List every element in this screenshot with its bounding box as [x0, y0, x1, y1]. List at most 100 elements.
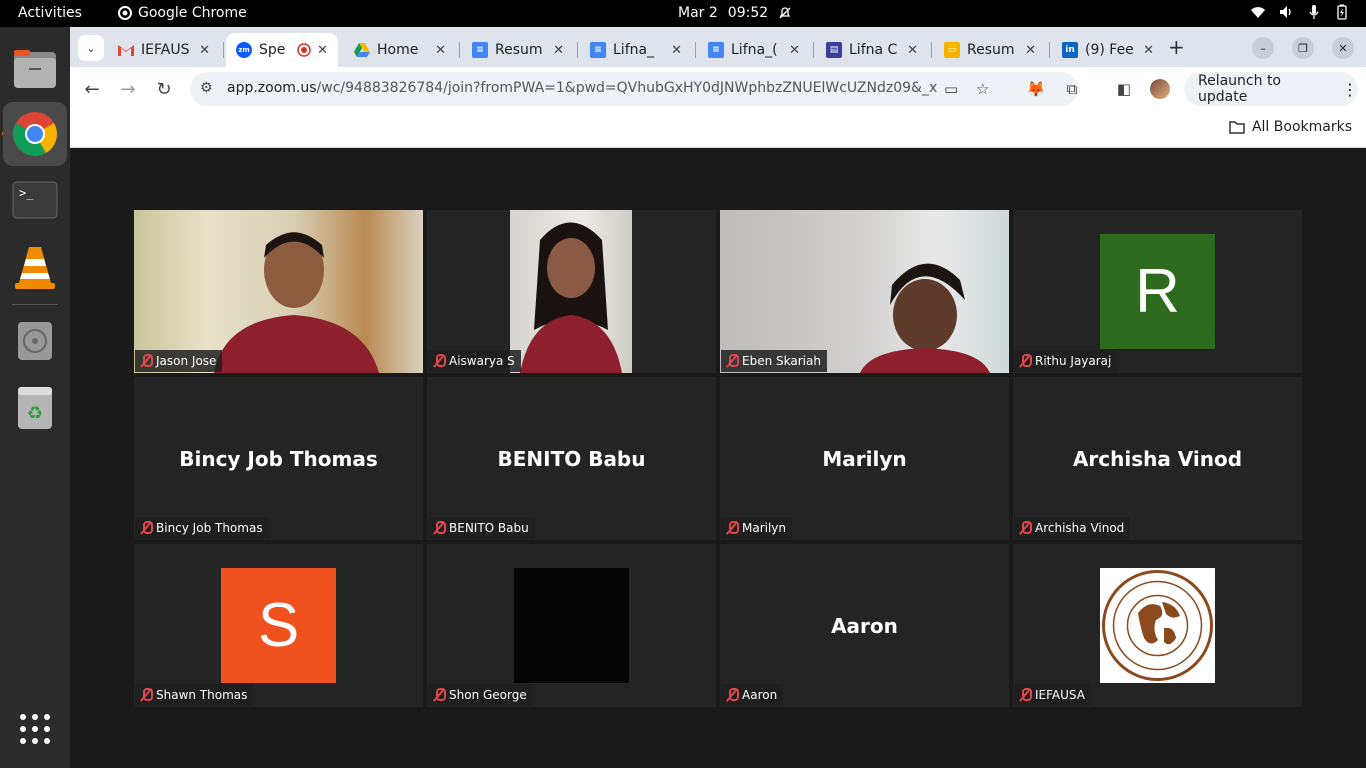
metamask-icon[interactable]: 🦊 [1026, 79, 1046, 99]
minimize-button[interactable]: – [1252, 37, 1274, 59]
volume-icon [1280, 6, 1291, 18]
participant-tile-archisha-vinod[interactable]: Archisha Vinod Archisha Vinod [1013, 377, 1302, 540]
system-tray[interactable] [1250, 4, 1350, 20]
files-launcher[interactable] [3, 37, 67, 101]
all-bookmarks-button[interactable]: All Bookmarks [1229, 119, 1352, 135]
tab-slides-resume[interactable]: ▭ Resum ✕ [934, 33, 1046, 67]
tab-title: Resum [967, 42, 1015, 58]
tab-docs-resume[interactable]: ≡ Resum ✕ [462, 33, 574, 67]
participant-tile-eben-skariah[interactable]: Eben Skariah [720, 210, 1009, 373]
terminal-icon: >_ [12, 181, 58, 219]
tab-linkedin[interactable]: in (9) Fee ✕ [1052, 33, 1164, 67]
maximize-button[interactable]: ❐ [1292, 37, 1314, 59]
participant-tile-shawn-thomas[interactable]: S Shawn Thomas [134, 544, 423, 707]
new-tab-button[interactable]: + [1168, 35, 1185, 59]
globe-seal-icon [1102, 570, 1213, 681]
reload-button[interactable]: ↻ [152, 77, 176, 101]
all-bookmarks-label: All Bookmarks [1251, 119, 1352, 135]
participant-name-label: Jason Jose [135, 350, 223, 372]
app-grid-icon [20, 714, 50, 744]
tab-search-button[interactable]: ⌄ [78, 35, 104, 61]
close-icon[interactable]: ✕ [317, 43, 328, 58]
gmail-icon [118, 42, 134, 58]
chevron-down-icon: ⌄ [86, 41, 96, 55]
zoom-gallery-view: Jason Jose Aiswarya S Eben Skariah R Rit… [70, 148, 1366, 768]
svg-text:>_: >_ [19, 186, 34, 200]
participant-letter-avatar: S [221, 568, 336, 683]
participant-name: Shon George [449, 688, 527, 702]
muted-mic-icon [726, 688, 739, 702]
close-icon[interactable]: ✕ [1143, 43, 1154, 58]
tab-title: Lifna C [849, 42, 898, 58]
muted-mic-icon [433, 521, 446, 535]
tab-forms-lifna[interactable]: ▤ Lifna C ✕ [816, 33, 928, 67]
close-icon[interactable]: ✕ [789, 43, 800, 58]
participant-tile-marilyn[interactable]: Marilyn Marilyn [720, 377, 1009, 540]
disc-launcher[interactable] [3, 309, 67, 373]
person-silhouette [520, 222, 622, 373]
participant-name-label: Shon George [428, 684, 533, 706]
participant-name-label: Bincy Job Thomas [135, 517, 269, 539]
tab-gmail[interactable]: IEFAUS ✕ [108, 33, 220, 67]
terminal-launcher[interactable]: >_ [3, 168, 67, 232]
chrome-icon [13, 112, 57, 156]
back-button[interactable]: ← [80, 77, 104, 101]
vlc-launcher[interactable] [3, 235, 67, 299]
muted-mic-icon [433, 354, 446, 368]
participant-tile-aiswarya-s[interactable]: Aiswarya S [427, 210, 716, 373]
participant-tile-bincy-job-thomas[interactable]: Bincy Job Thomas Bincy Job Thomas [134, 377, 423, 540]
close-icon[interactable]: ✕ [435, 43, 446, 58]
side-panel-icon[interactable]: ◧ [1114, 79, 1134, 99]
camera-icon[interactable]: ▭ [944, 80, 958, 98]
participant-tile-iefausa[interactable]: IEFAUSA [1013, 544, 1302, 707]
url-path: /wc/94883826784/join?fromPWA=1&pwd=QVhub… [316, 80, 937, 96]
tab-title: Home [377, 42, 419, 58]
extensions-icon[interactable]: ⧉ [1062, 79, 1082, 99]
tab-title: (9) Fee [1085, 42, 1134, 58]
more-vert-icon: ⋮ [1342, 79, 1358, 99]
tab-zoom-active[interactable]: zm Spe ✕ [226, 33, 338, 67]
folder-icon [1229, 121, 1245, 134]
participant-name: Bincy Job Thomas [156, 521, 263, 535]
dock-separator [12, 304, 58, 305]
linkedin-icon: in [1062, 42, 1078, 58]
participant-name: Jason Jose [156, 354, 217, 368]
tab-title: IEFAUS [141, 42, 190, 58]
clock[interactable]: Mar 2 09:52 [678, 5, 792, 21]
participant-tile-benito-babu[interactable]: BENITO Babu BENITO Babu [427, 377, 716, 540]
participant-name: Rithu Jayaraj [1035, 354, 1112, 368]
tab-drive[interactable]: Home ✕ [344, 33, 456, 67]
address-bar[interactable]: ⚙ app.zoom.us/wc/94883826784/join?fromPW… [190, 72, 1078, 106]
close-icon[interactable]: ✕ [199, 43, 210, 58]
participant-tile-aaron[interactable]: Aaron Aaron [720, 544, 1009, 707]
close-icon[interactable]: ✕ [671, 43, 682, 58]
close-icon[interactable]: ✕ [553, 43, 564, 58]
app-name: Google Chrome [138, 5, 247, 21]
site-info-icon[interactable]: ⚙ [200, 80, 213, 96]
app-menu[interactable]: Google Chrome [118, 5, 247, 21]
tab-docs-lifna-1[interactable]: ≡ Lifna_ ✕ [580, 33, 692, 67]
participant-tile-jason-jose[interactable]: Jason Jose [134, 210, 423, 373]
star-icon[interactable]: ☆ [976, 80, 989, 98]
chrome-launcher[interactable] [3, 102, 67, 166]
muted-mic-icon [1019, 521, 1032, 535]
participant-name-label: Rithu Jayaraj [1014, 350, 1118, 372]
trash-launcher[interactable]: ♻ [3, 376, 67, 440]
tab-docs-lifna-2[interactable]: ≡ Lifna_( ✕ [698, 33, 810, 67]
profile-avatar[interactable] [1150, 79, 1170, 99]
forward-button[interactable]: → [116, 77, 140, 101]
tab-separator [695, 42, 696, 58]
tab-title: Lifna_ [613, 42, 655, 58]
muted-mic-icon [140, 521, 153, 535]
relaunch-button[interactable]: Relaunch to update ⋮ [1184, 72, 1358, 106]
participant-tile-shon-george[interactable]: Shon George [427, 544, 716, 707]
participant-letter-avatar: R [1100, 234, 1215, 349]
participant-name-label: Aaron [721, 684, 784, 706]
close-icon[interactable]: ✕ [907, 43, 918, 58]
participant-name-label: IEFAUSA [1014, 684, 1091, 706]
app-grid-button[interactable] [3, 697, 67, 761]
participant-tile-rithu-jayaraj[interactable]: R Rithu Jayaraj [1013, 210, 1302, 373]
activities-button[interactable]: Activities [18, 5, 82, 21]
close-window-button[interactable]: ✕ [1332, 37, 1354, 59]
close-icon[interactable]: ✕ [1025, 43, 1036, 58]
